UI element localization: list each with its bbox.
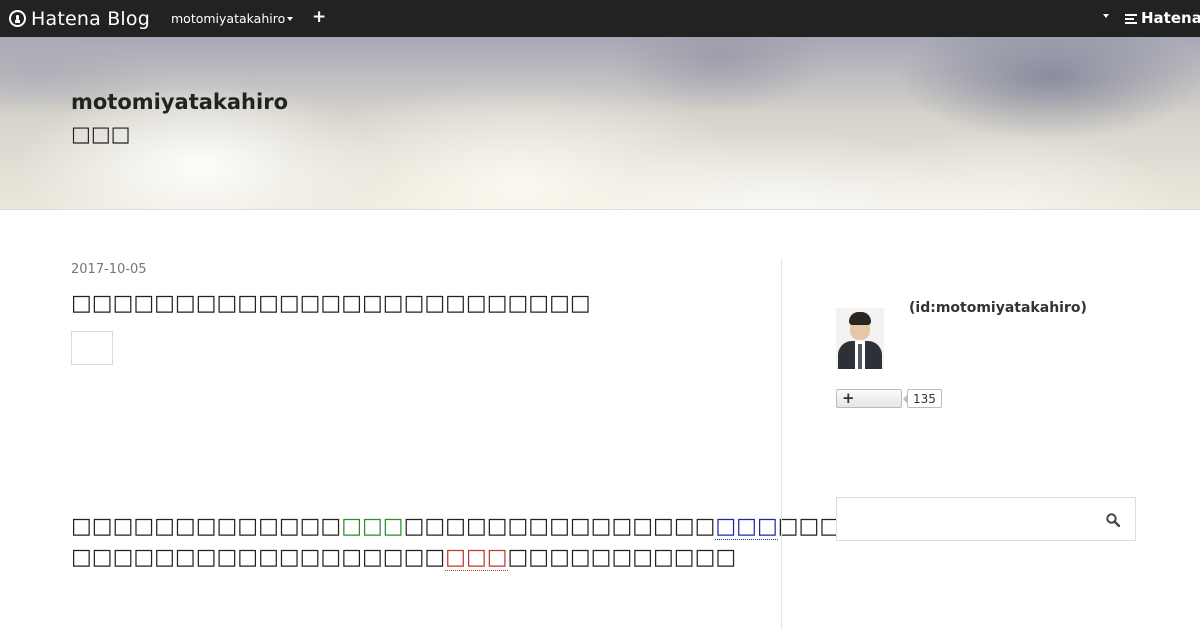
hatena-wave-icon bbox=[1125, 13, 1137, 24]
logo-text: Hatena Blog bbox=[31, 7, 150, 30]
menu-dropdown-icon[interactable] bbox=[1103, 14, 1109, 18]
body-text: □□□□□□□□□□□□□□□□□□ bbox=[71, 545, 446, 570]
keyword-link-blue[interactable]: □□□ bbox=[715, 514, 778, 540]
follow-button[interactable]: + bbox=[836, 389, 902, 408]
hatena-blog-icon bbox=[9, 10, 26, 27]
body-text: □□□□□□□□□□□□□ bbox=[71, 514, 342, 539]
user-menu-label: motomiyatakahiro bbox=[171, 11, 286, 26]
plus-icon: + bbox=[842, 389, 855, 407]
article-body: □□□□□□□□□□□□□□□□□□□□□□□□□□□□□□□□□□ □□□□□□… bbox=[71, 511, 1110, 573]
hatena-blog-logo[interactable]: Hatena Blog bbox=[9, 7, 150, 30]
article-date[interactable]: 2017-10-05 bbox=[71, 262, 147, 277]
follower-count[interactable]: 135 bbox=[903, 389, 942, 408]
hatena-topbar: Hatena Blog motomiyatakahiro + Hatena bbox=[0, 0, 1200, 37]
search-box bbox=[836, 497, 1136, 541]
profile-id[interactable]: (id:motomiyatakahiro) bbox=[909, 300, 1087, 316]
add-post-button[interactable]: + bbox=[312, 7, 326, 27]
user-menu[interactable]: motomiyatakahiro bbox=[171, 11, 294, 26]
share-button[interactable] bbox=[71, 331, 113, 365]
blog-header: motomiyatakahiro □□□ bbox=[0, 37, 1200, 210]
body-text: □□□□□□□□□□□□□□□ bbox=[403, 514, 716, 539]
body-highlight-green: □□□ bbox=[341, 514, 404, 539]
column-divider bbox=[781, 258, 782, 630]
blog-description: □□□ bbox=[71, 122, 131, 146]
chevron-down-icon bbox=[287, 16, 294, 21]
keyword-link-red[interactable]: □□□ bbox=[445, 545, 508, 571]
body-text: □□□□□□□□□□□ bbox=[507, 545, 737, 570]
blog-title[interactable]: motomiyatakahiro bbox=[71, 90, 288, 114]
article-title[interactable]: □□□□□□□□□□□□□□□□□□□□□□□□□ bbox=[71, 291, 591, 316]
avatar[interactable] bbox=[836, 308, 884, 369]
search-input[interactable] bbox=[838, 499, 1088, 539]
search-icon[interactable] bbox=[1106, 513, 1120, 527]
hatena-brand-link[interactable]: Hatena bbox=[1125, 9, 1200, 27]
hatena-brand-text: Hatena bbox=[1141, 9, 1200, 27]
